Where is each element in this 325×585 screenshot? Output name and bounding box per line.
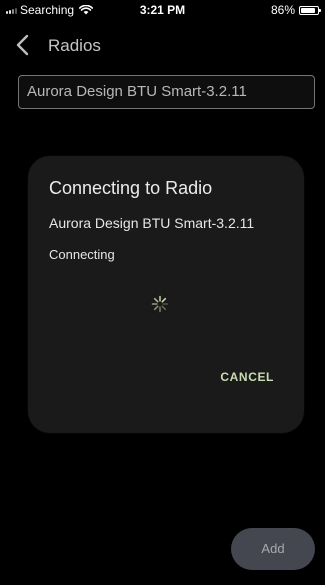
add-button[interactable]: Add (231, 528, 315, 570)
battery-icon (299, 5, 321, 15)
battery-percent: 86% (270, 3, 295, 17)
spinner-spoke (161, 305, 167, 311)
loading-spinner-icon (151, 295, 169, 313)
dialog-radio-name: Aurora Design BTU Smart-3.2.11 (49, 215, 255, 231)
connecting-dialog: Connecting to Radio Aurora Design BTU Sm… (28, 156, 304, 433)
dialog-status-text: Connecting (49, 247, 115, 262)
spinner-spoke (161, 297, 167, 303)
dialog-title: Connecting to Radio (49, 178, 213, 198)
spinner-spoke (153, 297, 159, 303)
cancel-button[interactable]: CANCEL (220, 370, 274, 384)
status-right: 86% (270, 3, 321, 17)
spinner-spoke (153, 305, 159, 311)
status-bar: Searching 3:21 PM 86% (0, 0, 325, 22)
